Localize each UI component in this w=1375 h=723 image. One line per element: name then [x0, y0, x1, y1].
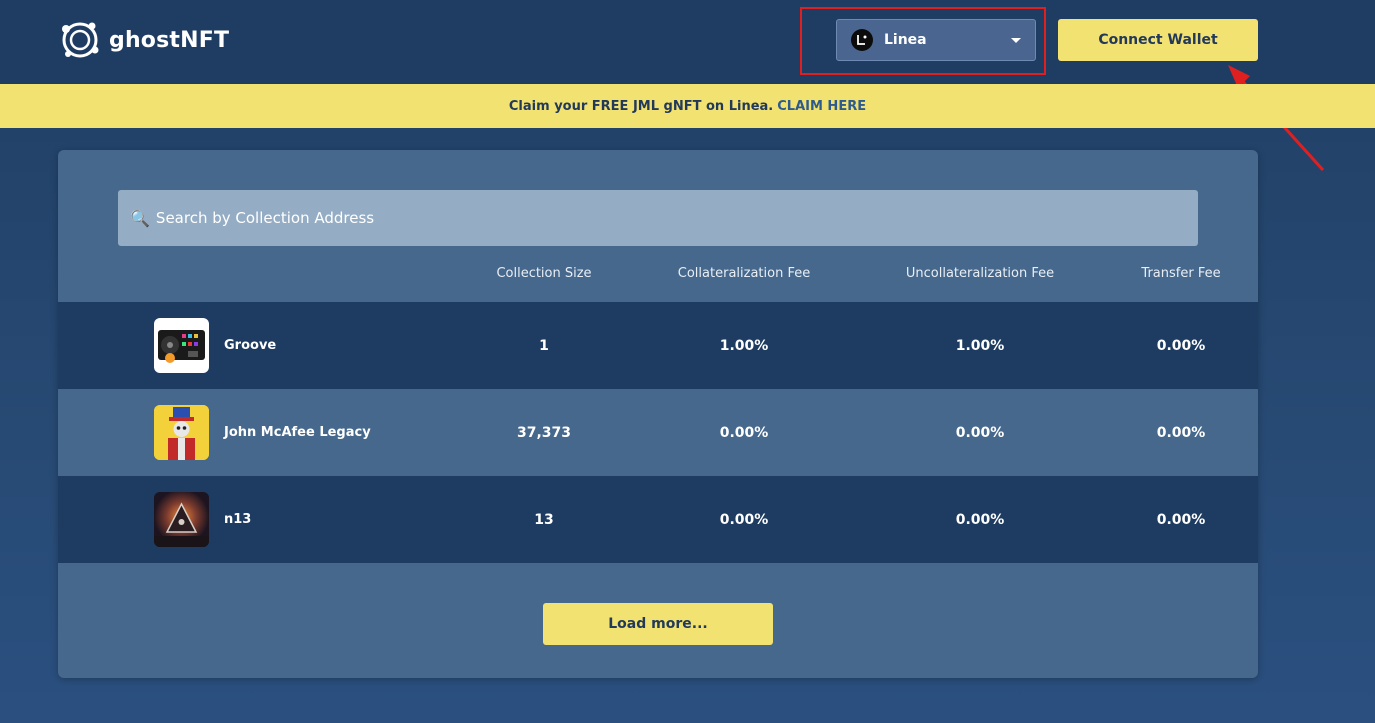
load-more-button[interactable]: Load more...: [543, 603, 773, 645]
transfer-fee: 0.00%: [1156, 424, 1206, 441]
banner-text: Claim your FREE JML gNFT on Linea.: [508, 98, 774, 114]
network-selector[interactable]: Linea: [836, 19, 1036, 61]
collection-size: 37,373: [516, 424, 572, 441]
column-header-collateralization-fee: Collateralization Fee: [677, 266, 811, 281]
collection-name: John McAfee Legacy: [224, 425, 371, 440]
collection-name: n13: [224, 512, 252, 527]
collection-size: 1: [539, 337, 549, 354]
search-input[interactable]: [155, 209, 1198, 227]
collection-thumbnail: [154, 318, 209, 373]
uncollateralization-fee: 0.00%: [955, 511, 1005, 528]
transfer-fee: 0.00%: [1156, 511, 1206, 528]
uncollateralization-fee: 1.00%: [955, 337, 1005, 354]
collection-thumbnail: [154, 492, 209, 547]
ghostnft-logo[interactable]: ghostNFT: [57, 16, 229, 64]
search-bar[interactable]: 🔍: [118, 190, 1198, 246]
column-header-transfer-fee: Transfer Fee: [1141, 266, 1221, 281]
transfer-fee: 0.00%: [1156, 337, 1206, 354]
collateralization-fee: 0.00%: [719, 424, 769, 441]
table-row[interactable]: John McAfee Legacy 37,373 0.00% 0.00% 0.…: [58, 389, 1258, 476]
collection-size: 13: [534, 511, 554, 528]
collateralization-fee: 1.00%: [719, 337, 769, 354]
column-header-uncollateralization-fee: Uncollateralization Fee: [905, 266, 1055, 281]
network-label: Linea: [884, 32, 927, 48]
collection-thumbnail: [154, 405, 209, 460]
collection-name: Groove: [224, 338, 277, 353]
search-icon: 🔍: [130, 208, 150, 228]
logo-text: ghostNFT: [109, 27, 230, 53]
column-header-collection-size: Collection Size: [496, 266, 592, 281]
uncollateralization-fee: 0.00%: [955, 424, 1005, 441]
connect-wallet-button[interactable]: Connect Wallet: [1058, 19, 1258, 61]
table-row[interactable]: n13 13 0.00% 0.00% 0.00%: [58, 476, 1258, 563]
chevron-down-icon: [1011, 37, 1021, 43]
collections-card: 🔍 Collection Size Collateralization Fee …: [58, 150, 1258, 678]
collateralization-fee: 0.00%: [719, 511, 769, 528]
table-row[interactable]: Groove 1 1.00% 1.00% 0.00%: [58, 302, 1258, 389]
top-header: ghostNFT Linea Connect Wallet: [0, 0, 1375, 84]
claim-banner: Claim your FREE JML gNFT on Linea. CLAIM…: [0, 84, 1375, 128]
claim-here-link[interactable]: CLAIM HERE: [777, 99, 866, 114]
ghost-logo-icon: [62, 22, 99, 58]
linea-logo-icon: [851, 29, 873, 51]
